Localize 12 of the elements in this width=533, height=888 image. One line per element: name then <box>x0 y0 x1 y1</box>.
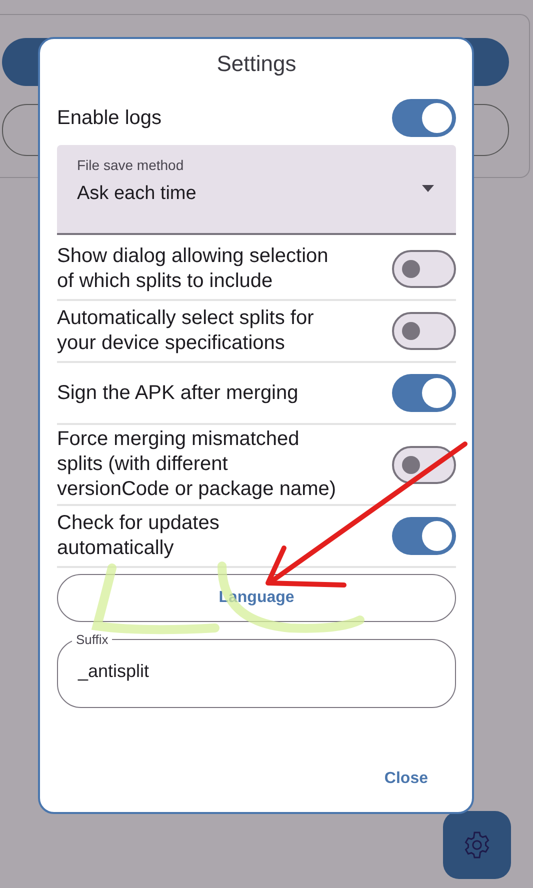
dialog-title: Settings <box>216 51 296 77</box>
setting-label: Automatically select splits for your device specifications <box>57 306 315 356</box>
setting-label: Check for updates automatically <box>57 511 220 561</box>
setting-label: Enable logs <box>57 106 162 130</box>
suffix-field[interactable]: Suffix _antisplit <box>57 632 456 708</box>
setting-label: Show dialog allowing selection of which splits to include <box>57 244 330 294</box>
close-button[interactable]: Close <box>380 762 432 796</box>
setting-label: Force merging mismatched splits (with different versionCode or package name) <box>57 427 337 502</box>
language-button[interactable]: Language <box>57 574 456 622</box>
dropdown-field[interactable]: File save method Ask each time <box>57 145 456 235</box>
field-label: Suffix <box>75 632 110 647</box>
setting-label: Sign the APK after merging <box>57 380 298 406</box>
